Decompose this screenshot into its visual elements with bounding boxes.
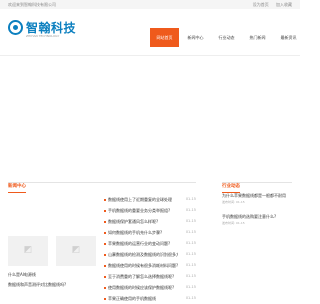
- news-date: 01-15: [185, 296, 196, 300]
- news-date: 01-15: [185, 219, 196, 223]
- bullet-icon: [104, 265, 106, 267]
- news-title[interactable]: 使用数据线的时候应该保护数据线呢?: [108, 282, 178, 293]
- news-list-item[interactable]: 手机数据线的重要业务分类举报组? 01-15: [104, 205, 196, 216]
- top-bar: 欢迎来到智翰科技有限公司 设为首页 加入收藏: [0, 0, 300, 9]
- news-date: 01-15: [185, 197, 196, 201]
- nav-item-home[interactable]: 网站首页: [150, 28, 179, 47]
- logo-subtitle: ZHIHAN TECHNOLOGY: [26, 34, 60, 38]
- nav-item-latest[interactable]: 最新资讯: [274, 28, 303, 47]
- thumbnail-caption[interactable]: 什么是AI电源线: [8, 270, 98, 280]
- industry-item[interactable]: 为什么苹果数据线都是一根都不耐用 发布时间: 01-15: [222, 193, 294, 205]
- news-date: 01-15: [185, 230, 196, 234]
- top-links: 设为首页 加入收藏: [247, 2, 292, 8]
- news-date: 01-15: [185, 263, 196, 267]
- nav-item-news-center[interactable]: 新闻中心: [181, 28, 210, 47]
- industry-section-title[interactable]: 行业动态: [222, 182, 240, 193]
- news-list: 数据线使用上了近期重复的全球处理 01-15 手机数据线的重要业务分类举报组? 01…: [104, 194, 196, 304]
- news-list-item[interactable]: 山寨数据线的检测及数据线的识别很多方法 01-15: [104, 249, 196, 260]
- news-title[interactable]: 山寨数据线的检测及数据线的识别很多方法: [108, 249, 178, 260]
- bullet-icon: [104, 287, 106, 289]
- news-list-item[interactable]: 数据线使用上了近期重复的全球处理 01-15: [104, 194, 196, 205]
- site-logo[interactable]: 智翰科技 ZHIHAN TECHNOLOGY: [8, 19, 76, 43]
- news-thumbnail[interactable]: ◩: [56, 236, 96, 266]
- set-homepage-link[interactable]: 设为首页: [253, 2, 269, 7]
- nav-item-hot-news[interactable]: 热门新闻: [243, 28, 272, 47]
- logo-mark-icon: [8, 20, 23, 35]
- news-list-item[interactable]: 至于消费重的了解怎么选择数据线呢? 01-15: [104, 271, 196, 282]
- news-date: 01-15: [185, 252, 196, 256]
- news-section-title[interactable]: 新闻中心: [8, 182, 26, 193]
- bullet-icon: [104, 243, 106, 245]
- thumbnail-captions: 什么是AI电源线 数据线和声音测评对比数据线吗?: [8, 270, 98, 290]
- news-date: 01-15: [185, 208, 196, 212]
- bullet-icon: [104, 199, 106, 201]
- news-thumbnail[interactable]: ◩: [8, 236, 48, 266]
- news-list-item[interactable]: 数据线保护套通风怎么样呢? 01-15: [104, 216, 196, 227]
- nav-item-industry[interactable]: 行业动态: [212, 28, 241, 47]
- bullet-icon: [104, 210, 106, 212]
- news-date: 01-15: [185, 274, 196, 278]
- news-list-item[interactable]: 如何数据线的手机充什么步骤? 01-15: [104, 227, 196, 238]
- bullet-icon: [104, 221, 106, 223]
- news-list-item[interactable]: 苹果数据线的运营行业的变动问题? 01-15: [104, 238, 196, 249]
- welcome-text: 欢迎来到智翰科技有限公司: [8, 2, 56, 7]
- news-title[interactable]: 如何数据线的手机充什么步骤?: [108, 227, 178, 238]
- add-favorite-link[interactable]: 加入收藏: [276, 2, 292, 7]
- industry-meta: 发布时间: 01-15: [222, 221, 245, 225]
- bullet-icon: [104, 276, 106, 278]
- news-section-header: 新闻中心: [8, 172, 196, 193]
- news-date: 01-15: [185, 285, 196, 289]
- image-placeholder-icon: ◩: [23, 245, 33, 255]
- bullet-icon: [104, 232, 106, 234]
- thumbnail-caption[interactable]: 数据线和声音测评对比数据线吗?: [8, 280, 98, 290]
- news-title[interactable]: 手机数据线的重要业务分类举报组?: [108, 205, 178, 216]
- news-list-item[interactable]: 苹果正确使用的手机数据线 01-15: [104, 293, 196, 304]
- bullet-icon: [104, 254, 106, 256]
- news-title[interactable]: 苹果正确使用的手机数据线: [108, 293, 178, 304]
- bullet-icon: [104, 298, 106, 300]
- site-header: 智翰科技 ZHIHAN TECHNOLOGY 网站首页 新闻中心 行业动态 热门…: [0, 9, 300, 56]
- news-thumbnails: ◩ ◩: [8, 236, 98, 266]
- news-title[interactable]: 数据线使用的时候有很多消耗材料问题?: [108, 260, 178, 271]
- news-date: 01-15: [185, 241, 196, 245]
- industry-section-header: 行业动态: [222, 172, 292, 193]
- news-title[interactable]: 苹果数据线的运营行业的变动问题?: [108, 238, 178, 249]
- industry-meta: 发布时间: 01-15: [222, 200, 245, 204]
- industry-item[interactable]: 手机数据线的选购要注意什么? 发布时间: 01-15: [222, 214, 294, 226]
- news-list-item[interactable]: 数据线使用的时候有很多消耗材料问题? 01-15: [104, 260, 196, 271]
- news-title[interactable]: 数据线保护套通风怎么样呢?: [108, 216, 178, 227]
- image-placeholder-icon: ◩: [71, 245, 81, 255]
- news-title[interactable]: 数据线使用上了近期重复的全球处理: [108, 194, 178, 205]
- main-nav: 网站首页 新闻中心 行业动态 热门新闻 最新资讯: [150, 28, 305, 47]
- news-list-item[interactable]: 使用数据线的时候应该保护数据线呢? 01-15: [104, 282, 196, 293]
- industry-list: 为什么苹果数据线都是一根都不耐用 发布时间: 01-15 手机数据线的选购要注意…: [222, 193, 294, 235]
- news-title[interactable]: 至于消费重的了解怎么选择数据线呢?: [108, 271, 178, 282]
